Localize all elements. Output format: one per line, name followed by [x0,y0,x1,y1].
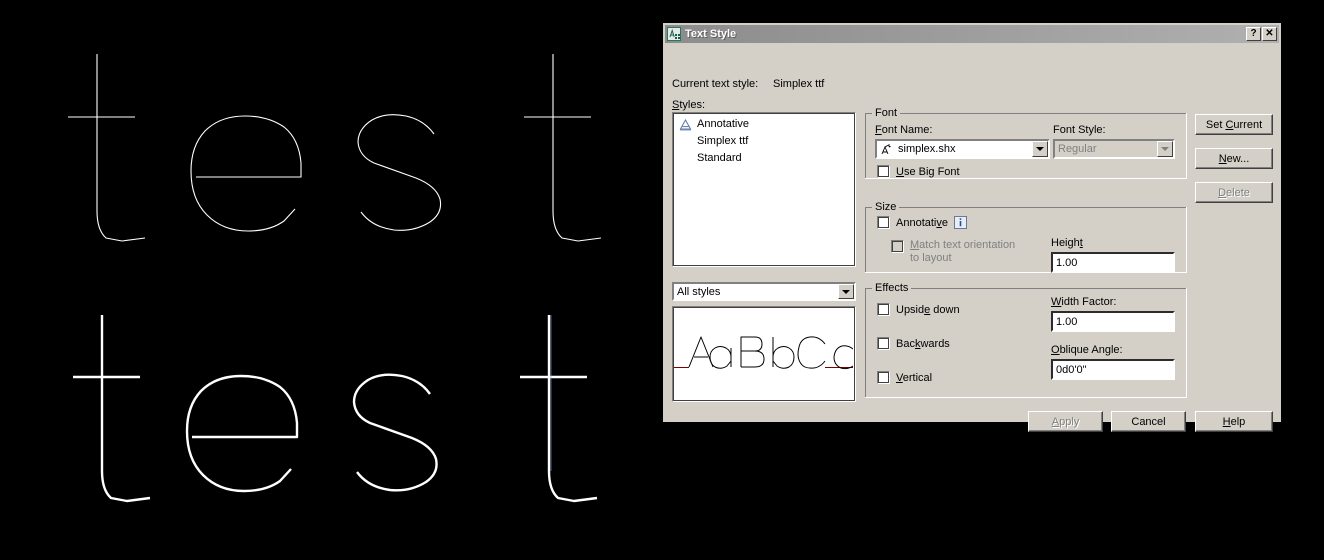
use-big-font-row[interactable]: Use Big Font [877,165,960,178]
width-factor-value: 1.00 [1056,315,1078,328]
help-label: Help [1222,415,1246,428]
match-orientation-row: Match text orientation to layout [891,239,1015,265]
set-current-button[interactable]: Set Current [1195,114,1273,135]
chevron-down-icon[interactable] [1032,141,1048,157]
current-style-label: Current text style: [672,78,759,90]
upside-down-checkbox[interactable] [877,303,890,316]
styles-label: Styles: [672,99,706,111]
style-preview-pane [672,306,856,402]
width-factor-field[interactable]: 1.00 [1051,311,1175,332]
current-style-value: Simplex ttf [773,78,825,90]
text-style-dialog[interactable]: Text Style ? ✕ Current text style: Simpl… [662,22,1282,432]
help-button[interactable]: Help [1195,411,1273,432]
delete-label: Delete [1218,186,1250,199]
annotative-checkbox[interactable] [877,216,890,229]
oblique-angle-field[interactable]: 0d0'0" [1051,359,1175,380]
close-button[interactable]: ✕ [1262,27,1277,41]
size-group-title: Size [872,201,900,213]
backwards-row[interactable]: Backwards [877,337,950,350]
vertical-label: Vertical [896,371,933,384]
apply-button: Apply [1028,411,1103,432]
backwards-label: Backwards [896,337,950,350]
oblique-angle-label: Oblique Angle: [1051,344,1123,356]
cad-drawing-svg [0,0,660,560]
info-icon[interactable] [954,216,967,229]
font-group-title: Font [872,107,901,119]
cancel-button[interactable]: Cancel [1111,411,1186,432]
apply-label: Apply [1051,415,1080,428]
preview-svg [673,307,853,399]
height-value: 1.00 [1056,256,1078,269]
delete-button: Delete [1195,182,1273,203]
dialog-title: Text Style [685,28,737,40]
new-label: New... [1218,152,1250,165]
list-item-label: Simplex ttf [697,135,749,147]
set-current-label: Set Current [1205,118,1263,131]
style-filter-value: All styles [677,285,721,298]
canvas-background [0,0,660,560]
styles-listbox[interactable]: Annotative Simplex ttf Standard [672,112,856,267]
use-big-font-checkbox[interactable] [877,165,890,178]
style-filter-combo[interactable]: All styles [672,282,856,301]
font-name-label: Font Name: [875,124,933,136]
upside-down-row[interactable]: Upside down [877,303,960,316]
annotative-icon [679,118,692,131]
cad-drawing-area[interactable] [0,0,660,560]
effects-group-title: Effects [872,282,912,294]
oblique-angle-value: 0d0'0" [1056,363,1087,376]
list-item-simplex-ttf[interactable]: Simplex ttf [675,133,853,150]
list-item-label: Standard [697,152,742,164]
upside-down-label: Upside down [896,303,960,316]
height-label: Height [1051,237,1083,249]
text-style-icon [667,27,681,41]
font-style-label: Font Style: [1053,124,1106,136]
font-name-value: simplex.shx [898,143,956,155]
font-name-combo[interactable]: simplex.shx [875,139,1050,159]
font-group: Font Font Name: simplex.shx Font Style: … [865,107,1187,179]
new-button[interactable]: New... [1195,148,1273,169]
width-factor-label: Width Factor: [1051,296,1117,308]
chevron-down-icon[interactable] [838,284,854,299]
match-orientation-checkbox [891,240,904,253]
backwards-checkbox[interactable] [877,337,890,350]
match-orientation-label: Match text orientation to layout [910,239,1016,264]
height-field[interactable]: 1.00 [1051,252,1175,273]
font-style-value: Regular [1058,143,1097,155]
dialog-titlebar[interactable]: Text Style ? ✕ [665,25,1279,43]
font-style-combo: Regular [1053,139,1175,159]
annotative-label: Annotative [896,216,948,229]
use-big-font-label: Use Big Font [896,165,960,178]
screen: Text Style ? ✕ Current text style: Simpl… [0,0,1324,560]
vertical-row[interactable]: Vertical [877,371,932,384]
help-titlebar-button[interactable]: ? [1246,27,1261,41]
effects-group: Effects Upside down Backwards Vertical W… [865,282,1187,398]
shx-font-icon [877,143,895,156]
list-item-standard[interactable]: Standard [675,150,853,167]
size-group: Size Annotative Match text orientation t… [865,201,1187,273]
annotative-row[interactable]: Annotative [877,216,967,229]
list-item-label: Annotative [697,118,749,130]
vertical-checkbox[interactable] [877,371,890,384]
chevron-down-icon [1157,141,1173,157]
cancel-label: Cancel [1131,415,1166,428]
list-item-annotative[interactable]: Annotative [675,116,853,133]
